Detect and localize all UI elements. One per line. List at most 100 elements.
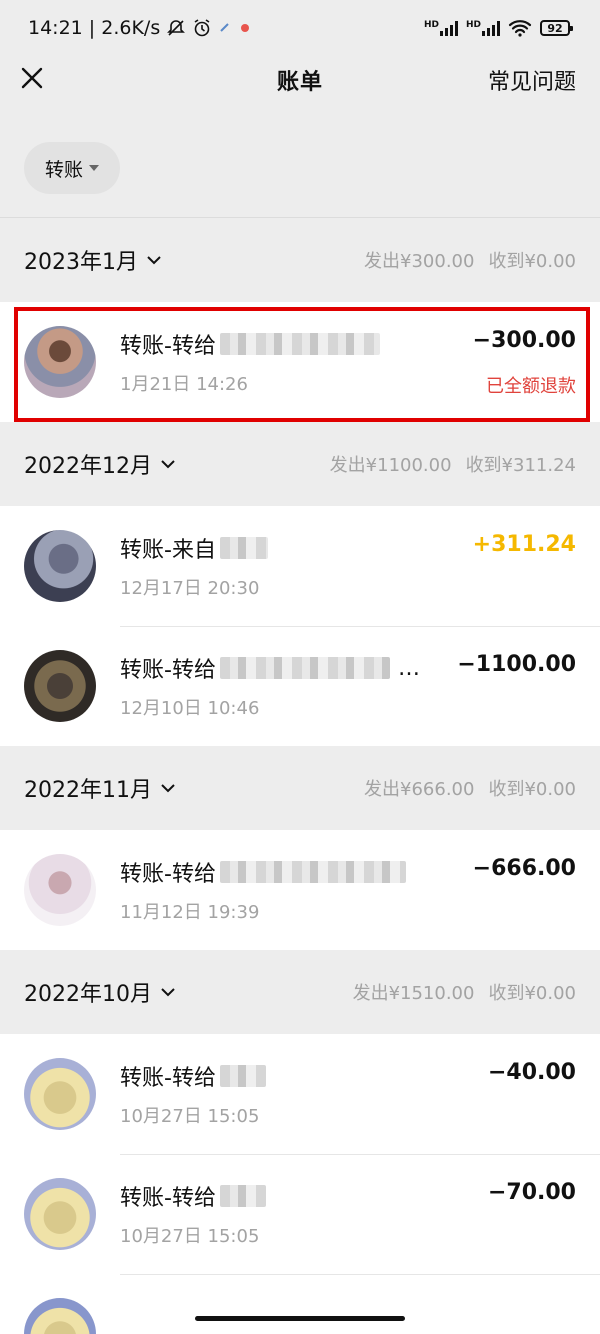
chevron-down-icon xyxy=(161,988,175,997)
home-indicator[interactable] xyxy=(195,1316,405,1321)
row-divider xyxy=(120,626,600,746)
month-label: 2022年11月 xyxy=(24,778,152,803)
transaction-list: 转账-转给 10月27日 15:05 −40.00 转账-转给 10月27日 1… xyxy=(0,1034,600,1334)
month-in-total: 收到¥0.00 xyxy=(488,983,576,1004)
hd-label-1: HD xyxy=(423,20,439,30)
month-out-total: 发出¥300.00 xyxy=(364,251,475,272)
month-label: 2022年10月 xyxy=(24,982,152,1007)
month-summary: 发出¥666.00 收到¥0.00 xyxy=(364,775,576,801)
status-bar: 14:21 | 2.6K/s HD HD 92 xyxy=(0,0,600,56)
mute-bell-icon xyxy=(167,20,186,36)
month-selector[interactable]: 2022年12月 xyxy=(24,448,176,480)
title-ellipsis: … xyxy=(397,655,420,681)
status-right: HD HD 92 xyxy=(424,19,573,37)
transaction-list: 转账-转给 11月12日 19:39 −666.00 xyxy=(0,830,600,950)
transaction-row[interactable]: 转账-转给 … 12月10日 10:46 −1100.00 xyxy=(0,626,600,746)
row-divider xyxy=(120,1274,600,1334)
transaction-row[interactable]: 转账-转给 10月27日 15:05 −40.00 xyxy=(0,1034,600,1154)
signal-1: HD xyxy=(424,20,458,36)
month-out-total: 发出¥666.00 xyxy=(364,779,475,800)
transaction-title: 转账-转给 xyxy=(120,1180,266,1212)
transaction-amount: −666.00 xyxy=(472,856,576,881)
filter-dropdown[interactable]: 转账 xyxy=(24,142,120,194)
battery-indicator: 92 xyxy=(540,20,573,36)
month-selector[interactable]: 2022年11月 xyxy=(24,772,176,804)
page-title: 账单 xyxy=(276,70,323,95)
transaction-amount: −40.00 xyxy=(487,1060,576,1085)
month-header[interactable]: 2022年11月 发出¥666.00 收到¥0.00 xyxy=(0,746,600,830)
faq-link[interactable]: 常见问题 xyxy=(488,64,576,96)
chevron-down-icon xyxy=(161,784,175,793)
filter-label: 转账 xyxy=(44,158,83,181)
transaction-amount: −1100.00 xyxy=(457,652,576,677)
status-time: 14:21 | 2.6K/s xyxy=(28,17,161,39)
hd-label-2: HD xyxy=(465,20,481,30)
transaction-amount: −300.00 xyxy=(472,328,576,353)
close-button[interactable] xyxy=(18,64,46,92)
month-header[interactable]: 2022年12月 发出¥1100.00 收到¥311.24 xyxy=(0,422,600,506)
month-out-total: 发出¥1100.00 xyxy=(329,455,452,476)
chevron-down-icon xyxy=(147,256,161,265)
month-summary: 发出¥1510.00 收到¥0.00 xyxy=(353,979,576,1005)
transaction-title: 转账-转给 … xyxy=(120,652,420,684)
redacted-name xyxy=(219,657,390,679)
filter-area: 转账 xyxy=(0,104,600,218)
wifi-icon xyxy=(508,20,532,37)
redacted-name xyxy=(219,861,406,883)
avatar xyxy=(24,1178,96,1250)
transaction-amount: +311.24 xyxy=(472,532,576,557)
transaction-row-partial[interactable] xyxy=(0,1274,600,1334)
month-summary: 发出¥300.00 收到¥0.00 xyxy=(364,247,576,273)
transaction-title: 转账-转给 xyxy=(120,1060,266,1092)
avatar xyxy=(24,326,96,398)
transaction-date: 12月10日 10:46 xyxy=(120,698,260,719)
transaction-type-label: 转账-转给 xyxy=(120,1066,216,1091)
avatar xyxy=(24,1298,96,1334)
transaction-row[interactable]: 转账-转给 1月21日 14:26 −300.00 已全额退款 xyxy=(0,302,600,422)
nav-header: 账单 常见问题 xyxy=(0,56,600,104)
transaction-date: 11月12日 19:39 xyxy=(120,902,260,923)
highlight-box xyxy=(14,307,590,422)
app-notification-icon xyxy=(241,24,250,32)
redacted-name xyxy=(219,1185,266,1207)
month-header[interactable]: 2023年1月 发出¥300.00 收到¥0.00 xyxy=(0,218,600,302)
avatar xyxy=(24,530,96,602)
transaction-title: 转账-转给 xyxy=(120,856,406,888)
transaction-title: 转账-来自 xyxy=(120,532,268,564)
transaction-row[interactable]: 转账-转给 10月27日 15:05 −70.00 xyxy=(0,1154,600,1274)
redacted-name xyxy=(219,537,268,559)
month-header[interactable]: 2022年10月 发出¥1510.00 收到¥0.00 xyxy=(0,950,600,1034)
redacted-name xyxy=(219,333,380,355)
transaction-row[interactable]: 转账-来自 12月17日 20:30 +311.24 xyxy=(0,506,600,626)
transaction-type-label: 转账-转给 xyxy=(120,334,216,359)
alarm-icon xyxy=(194,19,210,37)
dropdown-triangle-icon xyxy=(89,165,99,171)
transaction-date: 10月27日 15:05 xyxy=(120,1226,260,1247)
avatar xyxy=(24,650,96,722)
month-summary: 发出¥1100.00 收到¥311.24 xyxy=(330,451,576,477)
month-selector[interactable]: 2022年10月 xyxy=(24,976,176,1008)
chevron-down-icon xyxy=(161,460,175,469)
redacted-name xyxy=(219,1065,266,1087)
month-in-total: 收到¥0.00 xyxy=(488,251,576,272)
transaction-type-label: 转账-来自 xyxy=(120,538,216,563)
month-in-total: 收到¥311.24 xyxy=(465,455,576,476)
signal-bars-2-icon xyxy=(482,20,500,36)
transaction-date: 10月27日 15:05 xyxy=(120,1106,260,1127)
row-divider xyxy=(120,1154,600,1274)
month-label: 2022年12月 xyxy=(24,454,152,479)
transaction-type-label: 转账-转给 xyxy=(120,658,216,683)
refund-status: 已全额退款 xyxy=(486,376,576,397)
signal-2: HD xyxy=(466,20,500,36)
transaction-list: 转账-来自 12月17日 20:30 +311.24 转账-转给 … 12月10… xyxy=(0,506,600,746)
transaction-date: 12月17日 20:30 xyxy=(120,578,260,599)
avatar xyxy=(24,1058,96,1130)
month-label: 2023年1月 xyxy=(24,250,138,275)
transaction-list: 转账-转给 1月21日 14:26 −300.00 已全额退款 xyxy=(0,302,600,422)
month-in-total: 收到¥0.00 xyxy=(488,779,576,800)
transaction-row[interactable]: 转账-转给 11月12日 19:39 −666.00 xyxy=(0,830,600,950)
month-selector[interactable]: 2023年1月 xyxy=(24,244,162,276)
transaction-date: 1月21日 14:26 xyxy=(120,374,248,395)
notification-small-icon xyxy=(220,23,229,32)
transaction-type-label: 转账-转给 xyxy=(120,862,216,887)
